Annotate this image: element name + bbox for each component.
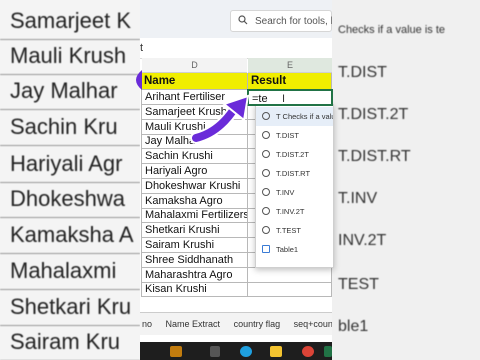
bg-row: Hariyali Agr: [0, 145, 140, 183]
bg-text: ble1: [338, 318, 369, 335]
bg-row: Kamaksha A: [0, 216, 140, 254]
bg-text: T.DIST: [338, 64, 387, 81]
text-cursor-icon: I: [282, 93, 286, 105]
header-result[interactable]: Result: [248, 73, 332, 90]
name-cell[interactable]: Hariyali Agro: [141, 164, 248, 179]
active-cell-e2[interactable]: =te I: [247, 89, 333, 106]
sheet-tab[interactable]: seq+counta: [294, 319, 332, 329]
bg-row: Sairam Kru: [0, 323, 140, 360]
sheet-tabs-bar: no Name Extract country flag seq+counta …: [140, 312, 332, 335]
autocomplete-item[interactable]: T.INV: [256, 183, 333, 202]
column-header-d[interactable]: D: [142, 58, 247, 73]
bg-text: T.INV: [338, 190, 378, 207]
taskbar: [140, 342, 332, 360]
pointer-arrow-icon: [190, 94, 250, 144]
autocomplete-item[interactable]: T.DIST.RT: [256, 164, 333, 183]
function-icon: [262, 188, 270, 196]
window-icon[interactable]: [210, 346, 220, 357]
excel-icon[interactable]: [324, 346, 332, 357]
function-icon: [262, 226, 270, 234]
result-cell[interactable]: [248, 267, 332, 283]
bg-text: INV.2T: [338, 232, 387, 249]
bg-text: Checks if a value is te: [338, 24, 445, 36]
autocomplete-dropdown: T Checks if a value is te T.DIST T.DIST.…: [255, 104, 334, 268]
result-cell[interactable]: [248, 282, 332, 298]
autocomplete-item[interactable]: T.TEST: [256, 221, 333, 240]
name-cell[interactable]: Sachin Krushi: [141, 149, 248, 165]
name-cell[interactable]: Shree Siddhanath: [141, 252, 248, 268]
briefcase-icon[interactable]: [170, 346, 182, 357]
autocomplete-item[interactable]: T Checks if a value is te: [256, 107, 333, 126]
bg-text: TEST: [338, 276, 379, 293]
function-icon: [262, 131, 270, 139]
autocomplete-item[interactable]: T.INV.2T: [256, 202, 333, 221]
name-cell[interactable]: Sairam Krushi: [141, 238, 248, 253]
table-icon: [262, 245, 270, 253]
function-icon: [262, 112, 270, 120]
background-right-panel: Checks if a value is te T.DIST T.DIST.2T…: [332, 0, 480, 360]
function-icon: [262, 169, 270, 177]
autocomplete-item[interactable]: T.DIST: [256, 126, 333, 145]
active-cell-input: =te: [252, 93, 268, 105]
bg-row: Sachin Kru: [0, 108, 140, 146]
name-cell[interactable]: Shetkari Krushi: [141, 223, 248, 239]
bg-row: Dhokeshwa: [0, 180, 140, 218]
name-cell[interactable]: Maharashtra Agro: [141, 267, 248, 283]
background-left-panel: Samarjeet K Mauli Krush Jay Malhar Sachi…: [0, 0, 140, 360]
function-icon: [262, 207, 270, 215]
chrome-icon[interactable]: [302, 346, 314, 357]
bg-text: T.DIST.2T: [338, 106, 409, 123]
name-cell[interactable]: Kamaksha Agro: [141, 193, 248, 209]
column-header-e[interactable]: E: [248, 58, 332, 73]
sheet-tab[interactable]: Name Extract: [166, 319, 221, 329]
sheet-tab[interactable]: country flag: [234, 319, 281, 329]
bg-row: Jay Malhar: [0, 72, 140, 110]
header-name[interactable]: Name: [141, 73, 248, 90]
function-icon: [262, 150, 270, 158]
bg-row: Mauli Krush: [0, 37, 140, 75]
autocomplete-item[interactable]: T.DIST.2T: [256, 145, 333, 164]
bg-text: T.DIST.RT: [338, 148, 411, 165]
autocomplete-item[interactable]: Table1: [256, 240, 333, 259]
folder-icon[interactable]: [270, 346, 282, 357]
bg-row: Mahalaxmi: [0, 252, 140, 290]
name-cell[interactable]: Dhokeshwar Krushi: [141, 178, 248, 194]
name-cell[interactable]: Mahalaxmi Fertilizers: [141, 208, 248, 224]
formula-text: t: [140, 42, 144, 54]
name-cell[interactable]: Kisan Krushi: [141, 282, 248, 298]
search-icon: [238, 15, 248, 25]
sheet-tab[interactable]: no: [142, 319, 152, 329]
formula-bar[interactable]: t: [140, 38, 332, 59]
arrow-fragment-icon: [136, 70, 142, 90]
bg-row: Shetkari Kru: [0, 288, 140, 326]
bg-row: Samarjeet K: [0, 2, 140, 40]
edge-icon[interactable]: [240, 346, 252, 357]
